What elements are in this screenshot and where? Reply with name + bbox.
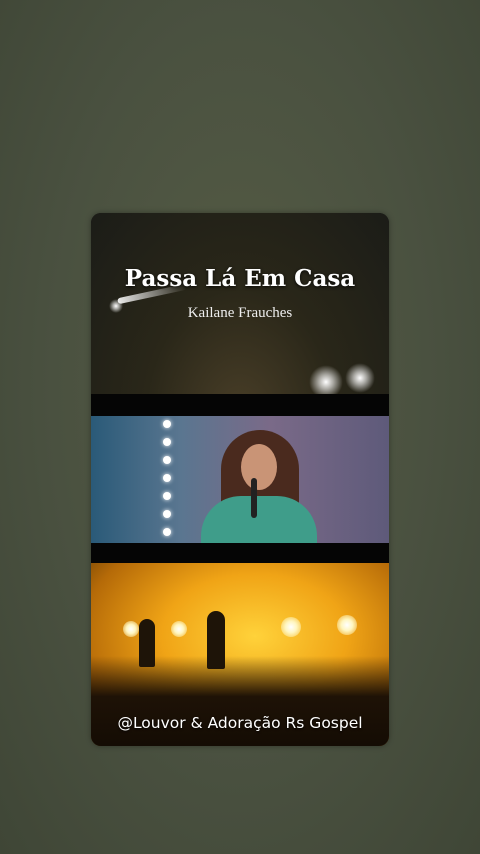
stage-bulb xyxy=(163,528,171,536)
letterbox-bar xyxy=(91,394,389,416)
stage-bulb xyxy=(163,420,171,428)
stage-bulb xyxy=(163,510,171,518)
artist-name: Kailane Frauches xyxy=(187,305,293,321)
stage-light xyxy=(337,615,357,635)
singer-body xyxy=(201,496,317,543)
singer-face xyxy=(241,444,277,490)
channel-watermark: @Louvor & Adoração Rs Gospel xyxy=(117,714,363,732)
song-title: Passa Lá Em Casa xyxy=(124,265,356,292)
video-card[interactable]: Passa Lá Em Casa Kailane Frauches @Louvo… xyxy=(91,213,389,746)
title-panel: Passa Lá Em Casa Kailane Frauches xyxy=(91,213,389,394)
stage-light xyxy=(171,621,187,637)
stage-bulb xyxy=(163,474,171,482)
stage-bulb xyxy=(163,456,171,464)
concert-panel: @Louvor & Adoração Rs Gospel xyxy=(91,563,389,746)
stage-light xyxy=(309,365,343,394)
stage-light xyxy=(123,621,139,637)
stage-bulb xyxy=(163,492,171,500)
stage-light xyxy=(345,363,375,393)
stage-bulb xyxy=(163,438,171,446)
crowd-silhouette xyxy=(91,656,389,746)
stage-light xyxy=(281,617,301,637)
microphone xyxy=(251,478,257,518)
letterbox-bar xyxy=(91,543,389,563)
singer-panel xyxy=(91,416,389,543)
